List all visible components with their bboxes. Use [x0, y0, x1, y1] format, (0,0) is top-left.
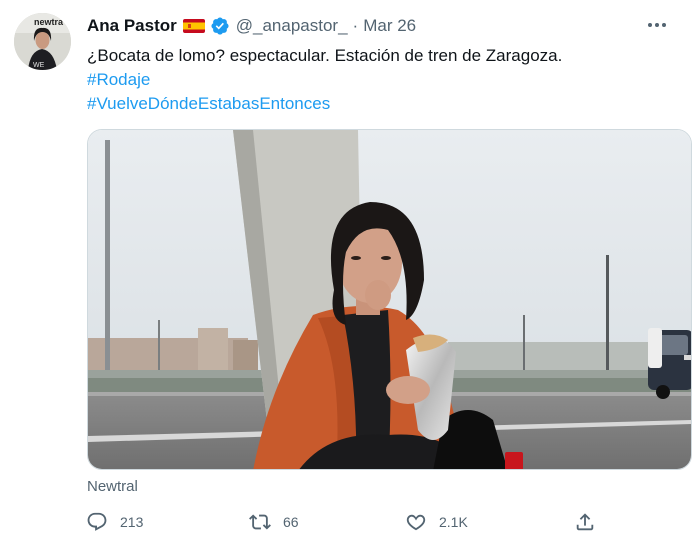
share-icon	[576, 513, 594, 531]
retweet-count: 66	[283, 514, 299, 530]
hashtag-link-rodaje[interactable]: #Rodaje	[87, 68, 687, 92]
share-button[interactable]	[574, 507, 596, 537]
verified-badge-icon	[210, 16, 230, 36]
avatar[interactable]: newtra WE	[14, 13, 71, 70]
retweet-icon	[249, 514, 271, 530]
tweet-body: ¿Bocata de lomo? espectacular. Estación …	[87, 46, 563, 65]
tweet-photo[interactable]	[87, 129, 692, 470]
svg-text:WE: WE	[33, 62, 45, 69]
reply-button[interactable]: 213	[86, 507, 143, 537]
like-button[interactable]: 2.1K	[405, 507, 468, 537]
tweet-card[interactable]: newtra WE Ana Pastor @_anapastor_ · Mar …	[0, 0, 700, 540]
tweet-actions: 213 66 2.1K	[0, 507, 700, 537]
like-count: 2.1K	[439, 514, 468, 530]
tweet-date[interactable]: Mar 26	[363, 16, 416, 36]
hashtag-link-vuelve[interactable]: #VuelveDóndeEstabasEntonces	[87, 92, 687, 116]
reply-icon	[87, 512, 107, 531]
author-name[interactable]: Ana Pastor	[87, 16, 177, 36]
heart-icon	[406, 514, 426, 531]
retweet-button[interactable]: 66	[249, 507, 299, 537]
avatar-logo-text: newtra	[34, 17, 64, 27]
tweet-header: Ana Pastor @_anapastor_ · Mar 26	[87, 14, 416, 38]
separator-dot: ·	[352, 16, 359, 35]
spain-flag-icon	[182, 19, 205, 33]
tweet-text: ¿Bocata de lomo? espectacular. Estación …	[87, 44, 687, 116]
reply-count: 213	[120, 514, 144, 530]
media-source-label[interactable]: Newtral	[87, 478, 138, 495]
more-options-icon[interactable]	[640, 10, 674, 40]
author-handle[interactable]: @_anapastor_	[236, 16, 348, 36]
